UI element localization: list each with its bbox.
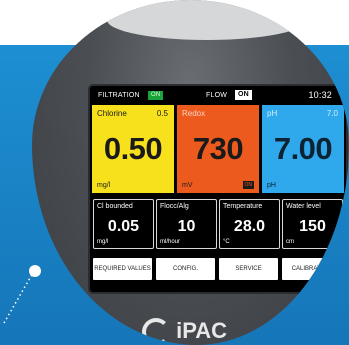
filtration-label: FILTRATION (98, 92, 140, 99)
water-level-tile[interactable]: Water level 150 cm (282, 199, 343, 249)
flocc-alg-value: 10 (177, 218, 196, 235)
chlorine-value: 0.50 (103, 131, 163, 166)
temperature-unit: °C (223, 239, 230, 245)
temperature-tile[interactable]: Temperature 28.0 °C (219, 199, 280, 249)
water-level-label: Water level (286, 203, 321, 210)
service-button[interactable]: SERVICE (219, 258, 278, 280)
pointer-dot (29, 265, 41, 277)
ph-setpoint: 7.0 (326, 109, 338, 118)
chlorine-tile[interactable]: Chlorine 0.5 0.50 mg/l (92, 105, 174, 193)
chlorine-unit: mg/l (97, 182, 111, 189)
chlorine-label: Chlorine (97, 109, 127, 118)
ph-tile[interactable]: pH 7.0 7.00 pH (262, 105, 344, 193)
redox-value: 730 (192, 131, 244, 166)
redox-unit: mV (182, 182, 193, 189)
flocc-alg-label: Flocc/Alg (160, 203, 189, 210)
cl-bounded-unit: mg/l (97, 239, 109, 245)
logo-text: iPAC (176, 318, 228, 343)
config-button[interactable]: CONFIG. (156, 258, 215, 280)
cl-bounded-value: 0.05 (107, 218, 140, 235)
device-top-cap (107, 0, 307, 40)
flocc-alg-tile[interactable]: Flocc/Alg 10 ml/hour (156, 199, 217, 249)
cl-bounded-tile[interactable]: Cl bounded 0.05 mg/l (93, 199, 154, 249)
required-values-button[interactable]: REQUIRED VALUES (93, 258, 152, 280)
water-level-unit: cm (286, 239, 294, 245)
calibration-button[interactable]: CALIBRATION (282, 258, 341, 280)
temperature-value: 28.0 (233, 218, 266, 235)
ph-value: 7.00 (273, 131, 333, 166)
touch-screen: FILTRATION ON FLOW ON 10:32 Chlorine 0.5… (90, 86, 346, 292)
flow-status-badge: ON (235, 90, 252, 100)
water-level-value: 150 (299, 218, 326, 235)
redox-on-tag: ON (242, 181, 254, 189)
temperature-label: Temperature (223, 203, 263, 210)
clock-time: 10:32 (308, 90, 332, 100)
filtration-status-badge: ON (148, 91, 164, 100)
flow-label: FLOW (206, 92, 228, 99)
ph-label: pH (267, 109, 278, 118)
chlorine-setpoint: 0.5 (156, 109, 168, 118)
redox-label: Redox (182, 109, 206, 118)
status-bar: FILTRATION ON FLOW ON 10:32 (90, 86, 346, 104)
brand-logo: iPAC (142, 318, 227, 345)
logo-mark-icon (142, 318, 170, 345)
cl-bounded-label: Cl bounded (97, 203, 133, 210)
redox-tile[interactable]: Redox 730 mV ON (177, 105, 259, 193)
ph-unit: pH (267, 182, 276, 189)
flocc-alg-unit: ml/hour (160, 239, 181, 245)
